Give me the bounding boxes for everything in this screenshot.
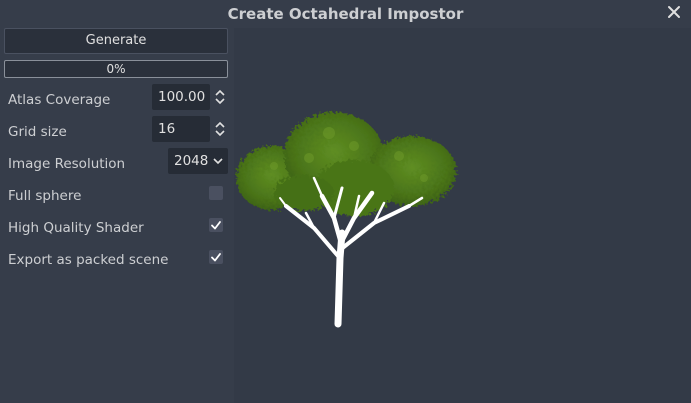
generate-button[interactable]: Generate: [4, 28, 228, 54]
high-quality-shader-label: High Quality Shader: [8, 220, 144, 236]
export-packed-scene-checkbox[interactable]: [209, 250, 223, 264]
atlas-coverage-input[interactable]: 100.00: [152, 84, 210, 110]
spin-arrows-icon[interactable]: [214, 88, 226, 106]
full-sphere-label: Full sphere: [8, 188, 82, 204]
image-resolution-label: Image Resolution: [8, 156, 126, 172]
progress-bar: 0%: [4, 60, 228, 78]
check-icon: [211, 221, 221, 230]
title-bar: Create Octahedral Impostor: [0, 0, 691, 28]
preview-viewport[interactable]: [234, 28, 691, 403]
grid-size-input[interactable]: 16: [152, 116, 210, 142]
close-icon[interactable]: [665, 3, 683, 21]
image-resolution-value: 2048: [174, 153, 209, 169]
progress-text: 0%: [106, 62, 126, 76]
high-quality-shader-checkbox[interactable]: [209, 218, 223, 232]
image-resolution-select[interactable]: 2048: [168, 148, 228, 174]
grid-size-label: Grid size: [8, 124, 67, 140]
window-title: Create Octahedral Impostor: [227, 5, 464, 23]
atlas-coverage-label: Atlas Coverage: [8, 92, 111, 108]
chevron-down-icon: [213, 158, 223, 165]
export-packed-scene-label: Export as packed scene: [8, 252, 169, 268]
full-sphere-checkbox[interactable]: [209, 186, 223, 200]
tree-preview: [236, 112, 456, 328]
foliage: [236, 112, 456, 216]
spin-arrows-icon[interactable]: [214, 120, 226, 138]
check-icon: [211, 253, 221, 262]
